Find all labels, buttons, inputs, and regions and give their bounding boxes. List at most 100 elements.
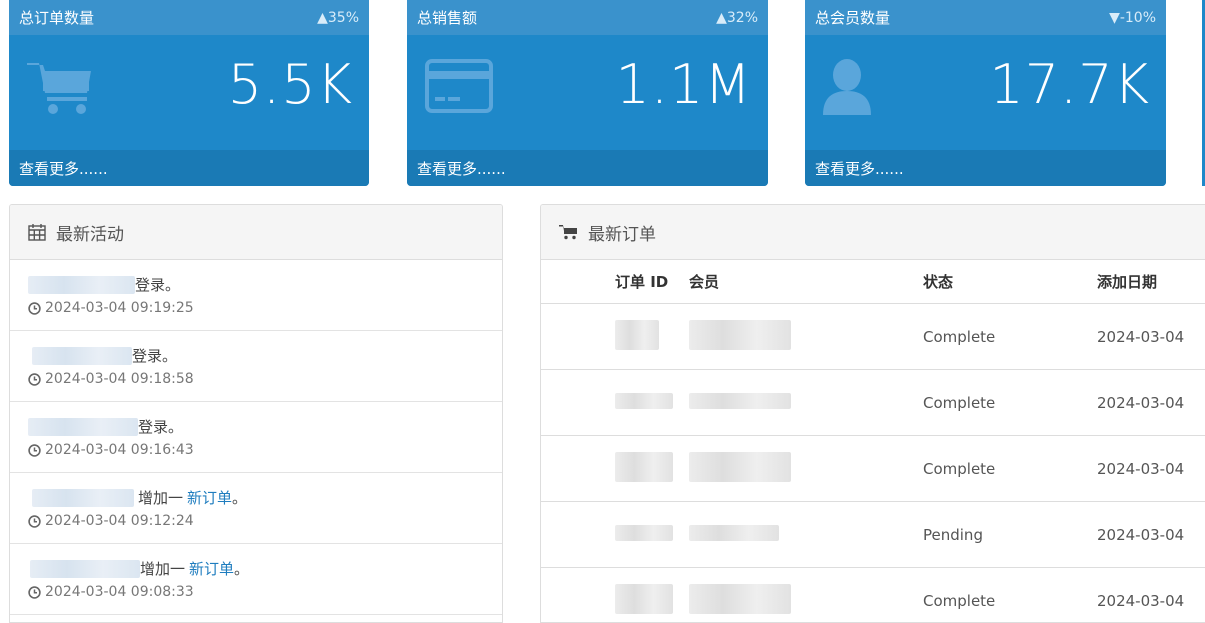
redacted-username xyxy=(28,418,138,436)
redacted-order-id xyxy=(615,525,673,541)
date-cell: 2024-03-04 xyxy=(1097,304,1205,370)
activity-time: 2024-03-04 09:18:58 xyxy=(45,371,194,387)
panel-header: 最新活动 xyxy=(10,205,502,260)
table-row[interactable]: Pending 2024-03-04 xyxy=(541,502,1205,568)
activity-item: 登录。 2024-03-04 09:19:25 xyxy=(10,260,502,331)
table-header-row: 订单 ID 会员 状态 添加日期 xyxy=(541,260,1205,304)
order-id-cell xyxy=(615,304,689,370)
change-badge: ▲32% xyxy=(716,10,758,26)
clock-icon xyxy=(28,302,41,315)
calendar-icon xyxy=(28,223,46,241)
redacted-member xyxy=(689,584,791,614)
tile-body: 17.7K xyxy=(805,35,1166,150)
activity-text: 登录。 xyxy=(138,416,183,437)
member-cell xyxy=(689,370,923,436)
tile-header: 总订单数量 ▲35% xyxy=(9,0,369,35)
total-members-tile: 总会员数量 ▼-10% 17.7K 查看更多...... xyxy=(805,0,1166,186)
spacer-header xyxy=(541,260,615,304)
table-row[interactable]: Complete 2024-03-04 xyxy=(541,304,1205,370)
activity-suffix: 。 xyxy=(232,487,247,508)
member-cell xyxy=(689,304,923,370)
status-cell: Complete xyxy=(923,568,1097,623)
user-icon xyxy=(821,57,893,117)
cart-icon xyxy=(559,224,578,240)
tile-title: 总销售额 xyxy=(417,7,477,28)
view-more-link[interactable]: 查看更多...... xyxy=(9,150,369,186)
activity-panel: 最新活动 登录。 2024-03-04 09:19:25 登录。 2024-03… xyxy=(9,204,503,623)
clock-icon xyxy=(28,444,41,457)
total-sales-tile: 总销售额 ▲32% 1.1M 查看更多...... xyxy=(407,0,768,186)
table-row[interactable]: Complete 2024-03-04 xyxy=(541,370,1205,436)
panel-title: 最新活动 xyxy=(56,220,124,245)
clock-icon xyxy=(28,373,41,386)
date-cell: 2024-03-04 xyxy=(1097,568,1205,623)
redacted-username xyxy=(32,347,132,365)
orders-table: 订单 ID 会员 状态 添加日期 Complete 2024-03-04 Com… xyxy=(541,260,1205,623)
activity-text: 增加一 xyxy=(140,558,185,579)
order-id-cell xyxy=(615,370,689,436)
date-cell: 2024-03-04 xyxy=(1097,436,1205,502)
redacted-username xyxy=(30,560,140,578)
member-cell xyxy=(689,568,923,623)
date-cell: 2024-03-04 xyxy=(1097,370,1205,436)
view-more-link[interactable]: 查看更多...... xyxy=(407,150,768,186)
activity-time: 2024-03-04 09:16:43 xyxy=(45,442,194,458)
order-id-cell xyxy=(615,568,689,623)
order-id-cell xyxy=(615,436,689,502)
tile-title: 总会员数量 xyxy=(815,7,890,28)
tile-value: 5.5K xyxy=(228,55,353,115)
clock-icon xyxy=(28,586,41,599)
spacer-cell xyxy=(541,568,615,623)
table-row[interactable]: Complete 2024-03-04 xyxy=(541,436,1205,502)
change-badge: ▼-10% xyxy=(1109,10,1156,26)
status-cell: Complete xyxy=(923,436,1097,502)
spacer-cell xyxy=(541,370,615,436)
activity-text: 登录。 xyxy=(132,345,177,366)
redacted-member xyxy=(689,320,791,350)
table-row[interactable]: Complete 2024-03-04 xyxy=(541,568,1205,623)
new-order-link[interactable]: 新订单 xyxy=(187,487,232,508)
tile-value: 17.7K xyxy=(989,55,1150,115)
redacted-order-id xyxy=(615,584,673,614)
column-header-date: 添加日期 xyxy=(1097,260,1205,304)
column-header-order-id: 订单 ID xyxy=(615,260,689,304)
redacted-order-id xyxy=(615,320,659,350)
spacer-cell xyxy=(541,502,615,568)
panel-title: 最新订单 xyxy=(588,220,656,245)
activity-time: 2024-03-04 09:08:33 xyxy=(45,584,194,600)
view-more-link[interactable]: 查看更多...... xyxy=(805,150,1166,186)
redacted-order-id xyxy=(615,393,673,409)
activity-time: 2024-03-04 09:12:24 xyxy=(45,513,194,529)
column-header-status: 状态 xyxy=(923,260,1097,304)
status-cell: Complete xyxy=(923,370,1097,436)
redacted-member xyxy=(689,452,791,482)
tile-header: 总销售额 ▲32% xyxy=(407,0,768,35)
change-badge: ▲35% xyxy=(317,10,359,26)
status-cell: Complete xyxy=(923,304,1097,370)
column-header-member: 会员 xyxy=(689,260,923,304)
member-cell xyxy=(689,436,923,502)
activity-item: 登录。 2024-03-04 09:18:58 xyxy=(10,331,502,402)
date-cell: 2024-03-04 xyxy=(1097,502,1205,568)
redacted-order-id xyxy=(615,452,673,482)
tile-title: 总订单数量 xyxy=(19,7,94,28)
panel-header: 最新订单 xyxy=(541,205,1205,260)
tile-body: 5.5K xyxy=(9,35,369,150)
order-id-cell xyxy=(615,502,689,568)
activity-suffix: 。 xyxy=(234,558,249,579)
orders-panel: 最新订单 订单 ID 会员 状态 添加日期 Complete 2024-03-0… xyxy=(540,204,1205,623)
spacer-cell xyxy=(541,436,615,502)
new-order-link[interactable]: 新订单 xyxy=(189,558,234,579)
redacted-member xyxy=(689,393,791,409)
status-cell: Pending xyxy=(923,502,1097,568)
tile-body: 1.1M xyxy=(407,35,768,150)
activity-item: 增加一 新订单 。 2024-03-04 09:12:24 xyxy=(10,473,502,544)
tile-value: 1.1M xyxy=(616,55,752,115)
redacted-username xyxy=(28,276,135,294)
spacer-cell xyxy=(541,304,615,370)
activity-text: 登录。 xyxy=(135,274,180,295)
redacted-username xyxy=(32,489,134,507)
credit-card-icon xyxy=(423,57,495,117)
member-cell xyxy=(689,502,923,568)
activity-text: 增加一 xyxy=(138,487,183,508)
